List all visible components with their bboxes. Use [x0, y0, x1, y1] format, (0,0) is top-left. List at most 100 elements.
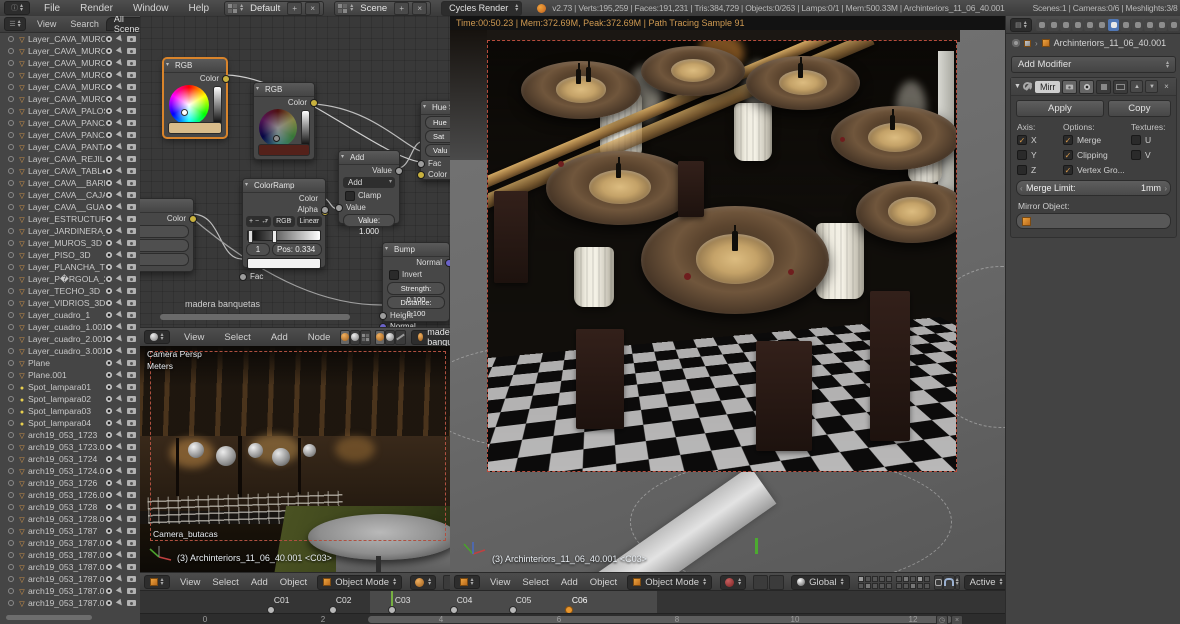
expand-toggle[interactable]: [8, 36, 14, 42]
renderability-camera-icon[interactable]: [127, 504, 136, 510]
expand-toggle[interactable]: [8, 228, 14, 234]
snap-element-icon[interactable]: ▴▾: [955, 575, 960, 590]
ramp-color-swatch[interactable]: [247, 258, 321, 269]
renderability-camera-icon[interactable]: [127, 432, 136, 438]
menubar-item[interactable]: Help: [179, 3, 220, 14]
expand-toggle[interactable]: [8, 216, 14, 222]
hue-saturation-node[interactable]: Hue Sat HueSatValu Fac Color: [420, 100, 450, 180]
visibility-eye-icon[interactable]: [105, 203, 113, 211]
outliner-item[interactable]: Layer_CAVA_MURO_: [0, 93, 140, 105]
node-canvas[interactable]: Color RGB Color RGB Color: [140, 16, 450, 328]
expand-toggle[interactable]: [8, 600, 14, 606]
renderability-camera-icon[interactable]: [127, 480, 136, 486]
apply-button[interactable]: Apply: [1016, 100, 1104, 117]
visibility-eye-icon[interactable]: [105, 479, 113, 487]
selectability-cursor-icon[interactable]: [116, 131, 124, 139]
renderability-camera-icon[interactable]: [127, 396, 136, 402]
outliner-item[interactable]: Layer_CAVA_MUROS: [0, 45, 140, 57]
shader-nodes-toggle[interactable]: [340, 330, 350, 345]
fac-input-socket[interactable]: [239, 273, 247, 281]
delete-layout-button[interactable]: ×: [305, 2, 320, 15]
viewport-visibility-toggle[interactable]: [1079, 80, 1094, 94]
renderability-camera-icon[interactable]: [127, 276, 136, 282]
selectability-cursor-icon[interactable]: [116, 263, 124, 271]
hue-field[interactable]: Hue: [425, 116, 450, 129]
renderability-camera-icon[interactable]: [127, 108, 136, 114]
selectability-cursor-icon[interactable]: [116, 35, 124, 43]
renderability-camera-icon[interactable]: [127, 228, 136, 234]
visibility-eye-icon[interactable]: [105, 71, 113, 79]
snap-magnet-icon[interactable]: [943, 575, 955, 590]
manipulator-translate-icon[interactable]: [753, 575, 768, 590]
outliner-item[interactable]: Layer_CAVA_PANCA: [0, 129, 140, 141]
visibility-eye-icon[interactable]: [105, 371, 113, 379]
selectability-cursor-icon[interactable]: [116, 215, 124, 223]
visibility-eye-icon[interactable]: [105, 275, 113, 283]
expand-toggle[interactable]: [8, 108, 14, 114]
node-header[interactable]: ColorRamp: [243, 179, 325, 193]
collapse-arrow[interactable]: ▼: [1014, 83, 1021, 90]
outliner-item[interactable]: Layer_CAVA__BARR: [0, 177, 140, 189]
selectability-cursor-icon[interactable]: [116, 59, 124, 67]
visibility-eye-icon[interactable]: [105, 299, 113, 307]
visibility-eye-icon[interactable]: [105, 131, 113, 139]
value-slider[interactable]: [301, 110, 310, 148]
layer-toggle[interactable]: [886, 576, 892, 582]
fac-input-socket[interactable]: [417, 160, 425, 168]
visibility-eye-icon[interactable]: [105, 551, 113, 559]
expand-toggle[interactable]: [8, 132, 14, 138]
viewport-menu-item[interactable]: Select: [206, 577, 244, 588]
delete-modifier-button[interactable]: ×: [1160, 81, 1172, 92]
selectability-cursor-icon[interactable]: [116, 503, 124, 511]
layer-toggle[interactable]: [903, 576, 909, 582]
selectability-cursor-icon[interactable]: [116, 443, 124, 451]
visibility-eye-icon[interactable]: [105, 263, 113, 271]
expand-toggle[interactable]: [8, 60, 14, 66]
mirror-object-field[interactable]: [1016, 213, 1171, 229]
renderability-camera-icon[interactable]: [127, 252, 136, 258]
outliner-item[interactable]: Layer_P�RGOLA_3D: [0, 273, 140, 285]
value-input-socket[interactable]: [335, 204, 343, 212]
visibility-eye-icon[interactable]: [105, 107, 113, 115]
outliner-item[interactable]: arch19_053_1787.0: [0, 561, 140, 573]
outliner-item[interactable]: Layer_CAVA_TABL●: [0, 165, 140, 177]
render-engine-selector[interactable]: Cycles Render ▴▾: [441, 1, 522, 16]
selectability-cursor-icon[interactable]: [116, 407, 124, 415]
outliner-item[interactable]: arch19_053_1787.0: [0, 573, 140, 585]
selectability-cursor-icon[interactable]: [116, 71, 124, 79]
menubar-item[interactable]: File: [34, 3, 70, 14]
properties-tab[interactable]: [1168, 19, 1179, 31]
selectability-cursor-icon[interactable]: [116, 107, 124, 115]
color-swatch[interactable]: [168, 122, 222, 134]
expand-toggle[interactable]: [8, 288, 14, 294]
hue-field[interactable]: Valu: [425, 144, 450, 157]
expand-toggle[interactable]: [8, 372, 14, 378]
outliner-item[interactable]: Layer_CAVA_MUROS: [0, 57, 140, 69]
expand-toggle[interactable]: [8, 336, 14, 342]
outliner-item[interactable]: arch19_053_1726.0: [0, 489, 140, 501]
renderability-camera-icon[interactable]: [127, 492, 136, 498]
renderability-camera-icon[interactable]: [127, 180, 136, 186]
math-node[interactable]: Add Value Add Clamp Value Value: 1.000: [338, 150, 400, 224]
visibility-eye-icon[interactable]: [105, 419, 113, 427]
renderability-camera-icon[interactable]: [127, 300, 136, 306]
expand-toggle[interactable]: [8, 264, 14, 270]
expand-toggle[interactable]: [8, 564, 14, 570]
outliner-item[interactable]: arch19_053_1724: [0, 453, 140, 465]
outliner-item[interactable]: arch19_053_1728: [0, 501, 140, 513]
selectability-cursor-icon[interactable]: [116, 239, 124, 247]
outliner-item[interactable]: arch19_053_1787.0: [0, 585, 140, 597]
merge-limit-slider[interactable]: Merge Limit: 1mm: [1016, 180, 1171, 196]
viewport-menu-item[interactable]: Select: [516, 577, 554, 588]
visibility-eye-icon[interactable]: [105, 599, 113, 607]
color-output-socket[interactable]: [189, 215, 197, 223]
selectability-cursor-icon[interactable]: [116, 191, 124, 199]
renderability-camera-icon[interactable]: [127, 600, 136, 606]
visibility-eye-icon[interactable]: [105, 491, 113, 499]
expand-toggle[interactable]: [8, 192, 14, 198]
visibility-eye-icon[interactable]: [105, 455, 113, 463]
layer-toggle[interactable]: [858, 583, 864, 589]
value-field[interactable]: Value: 1.000: [343, 214, 395, 227]
outliner-item[interactable]: Layer_PISO_3D: [0, 249, 140, 261]
screen-layout-selector[interactable]: ▴▾ Default + ×: [224, 1, 324, 16]
